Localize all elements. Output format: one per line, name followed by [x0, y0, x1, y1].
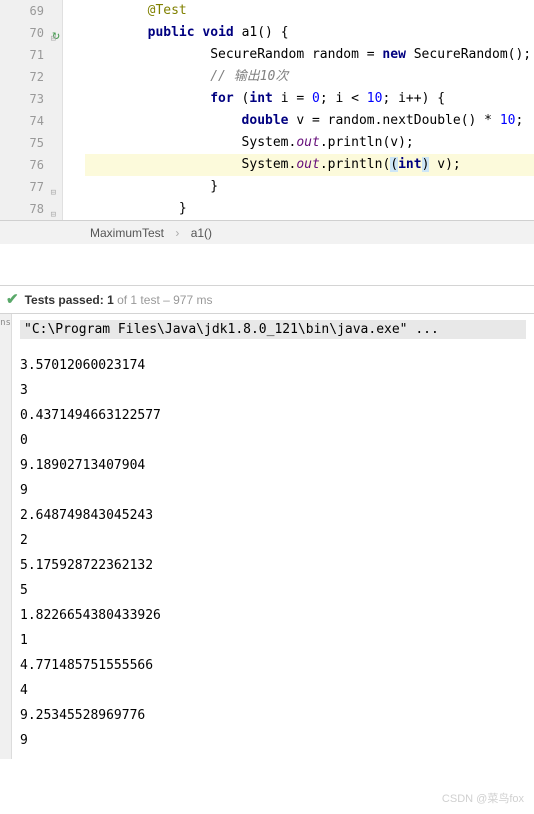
- gutter-line: 78⊟: [0, 198, 44, 220]
- console-line: 9: [20, 728, 526, 753]
- fold-icon[interactable]: ⊟: [46, 204, 56, 214]
- code-line[interactable]: // 输出10次: [85, 66, 534, 88]
- check-icon: ✔: [6, 286, 19, 314]
- console-output[interactable]: "C:\Program Files\Java\jdk1.8.0_121\bin\…: [12, 314, 534, 759]
- code-line[interactable]: @Test: [85, 0, 534, 22]
- breadcrumb[interactable]: MaximumTest › a1(): [0, 220, 534, 244]
- code-line[interactable]: double v = random.nextDouble() * 10;: [85, 110, 534, 132]
- code-line[interactable]: System.out.println(v);: [85, 132, 534, 154]
- console-line: 2.648749843045243: [20, 503, 526, 528]
- code-line[interactable]: }: [85, 176, 534, 198]
- fold-icon[interactable]: ⊟: [46, 28, 56, 38]
- code-editor[interactable]: 6970↻⊟71727374757677⊟78⊟ @Test public vo…: [0, 0, 534, 220]
- line-gutter: 6970↻⊟71727374757677⊟78⊟: [0, 0, 63, 220]
- breadcrumb-class[interactable]: MaximumTest: [90, 226, 164, 240]
- code-content[interactable]: @Test public void a1() { SecureRandom ra…: [63, 0, 534, 220]
- console-tab[interactable]: ns: [0, 314, 12, 759]
- code-line[interactable]: for (int i = 0; i < 10; i++) {: [85, 88, 534, 110]
- gutter-line: 76: [0, 154, 44, 176]
- gutter-line: 73: [0, 88, 44, 110]
- gutter-line: 70↻⊟: [0, 22, 44, 44]
- gutter-line: 71: [0, 44, 44, 66]
- console-line: 9: [20, 478, 526, 503]
- console-line: 4.771485751555566: [20, 653, 526, 678]
- console-line: 9.25345528969776: [20, 703, 526, 728]
- console-line: 1.8226654380433926: [20, 603, 526, 628]
- test-status-bar: ✔ Tests passed: 1 of 1 test – 977 ms: [0, 286, 534, 314]
- code-line[interactable]: System.out.println((int) v);: [85, 154, 534, 176]
- fold-icon[interactable]: ⊟: [46, 182, 56, 192]
- gutter-line: 74: [0, 110, 44, 132]
- tests-total-label: of 1 test: [114, 293, 160, 307]
- code-line[interactable]: public void a1() {: [85, 22, 534, 44]
- gutter-line: 69: [0, 0, 44, 22]
- console-line: 5: [20, 578, 526, 603]
- console-line: 0: [20, 428, 526, 453]
- console-line: 3.57012060023174: [20, 353, 526, 378]
- console-line: 5.175928722362132: [20, 553, 526, 578]
- console-line: 0.4371494663122577: [20, 403, 526, 428]
- code-line[interactable]: SecureRandom random = new SecureRandom()…: [85, 44, 534, 66]
- console-line: 4: [20, 678, 526, 703]
- gutter-line: 77⊟: [0, 176, 44, 198]
- code-line[interactable]: }: [85, 198, 534, 220]
- console-line: 2: [20, 528, 526, 553]
- panel-divider: [0, 244, 534, 286]
- console-panel: ns "C:\Program Files\Java\jdk1.8.0_121\b…: [0, 314, 534, 759]
- console-command: "C:\Program Files\Java\jdk1.8.0_121\bin\…: [20, 320, 526, 339]
- console-line: 9.18902713407904: [20, 453, 526, 478]
- gutter-line: 75: [0, 132, 44, 154]
- console-line: 1: [20, 628, 526, 653]
- gutter-line: 72: [0, 66, 44, 88]
- tests-time-label: – 977 ms: [160, 293, 213, 307]
- tests-passed-label: Tests passed: 1: [25, 293, 114, 307]
- breadcrumb-separator: ›: [175, 226, 179, 240]
- breadcrumb-method[interactable]: a1(): [191, 226, 212, 240]
- watermark: CSDN @菜鸟fox: [442, 790, 524, 806]
- console-line: 3: [20, 378, 526, 403]
